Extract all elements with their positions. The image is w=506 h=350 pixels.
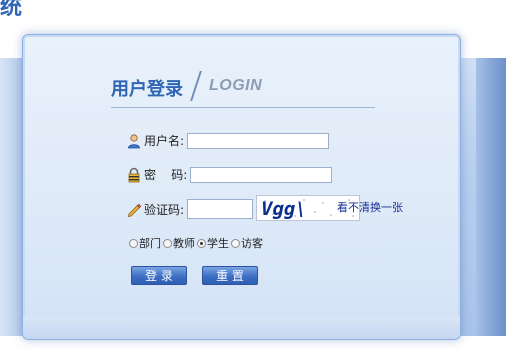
- pencil-icon: [126, 201, 142, 218]
- password-row: 密 码:: [126, 166, 333, 183]
- radio-visitor[interactable]: [231, 238, 240, 248]
- login-button[interactable]: 登 录: [131, 266, 187, 285]
- title-underline: [111, 107, 375, 108]
- role-option-teacher[interactable]: 教师: [163, 235, 197, 251]
- login-subtitle: LOGIN: [209, 77, 263, 94]
- captcha-text: Vgg\: [261, 198, 307, 220]
- role-option-student[interactable]: 学生: [197, 235, 231, 251]
- radio-department[interactable]: [129, 238, 138, 248]
- login-title: 用户登录: [111, 79, 183, 100]
- username-input[interactable]: [187, 132, 330, 149]
- password-label: 密 码:: [144, 168, 188, 182]
- username-label: 用户名:: [144, 134, 185, 148]
- login-panel: 用户登录 LOGIN 用户名: 密 码: 验证码: Vgg\ 看不清换一张 部门…: [22, 34, 461, 340]
- radio-student[interactable]: [197, 238, 206, 248]
- role-label-visitor: 访客: [241, 237, 263, 250]
- reset-button[interactable]: 重 置: [202, 266, 258, 285]
- role-radio-group: 部门 教师 学生 访客: [129, 235, 265, 251]
- captcha-label: 验证码:: [144, 202, 185, 217]
- captcha-input[interactable]: [187, 199, 254, 219]
- role-option-department[interactable]: 部门: [129, 235, 163, 251]
- role-label-teacher: 教师: [173, 237, 195, 250]
- role-option-visitor[interactable]: 访客: [231, 235, 265, 251]
- title-divider: [190, 71, 202, 101]
- role-label-student: 学生: [207, 237, 229, 250]
- password-input[interactable]: [190, 166, 333, 183]
- captcha-refresh-link[interactable]: 看不清换一张: [337, 199, 403, 215]
- background-band-right: [476, 58, 506, 336]
- login-panel-footer: [23, 317, 460, 339]
- lock-icon: [126, 167, 142, 183]
- role-label-department: 部门: [139, 237, 161, 250]
- page-header-title: 统: [0, 0, 24, 19]
- radio-teacher[interactable]: [163, 238, 172, 248]
- user-icon: [126, 133, 142, 149]
- captcha-row: 验证码:: [126, 199, 254, 219]
- username-row: 用户名:: [126, 132, 330, 149]
